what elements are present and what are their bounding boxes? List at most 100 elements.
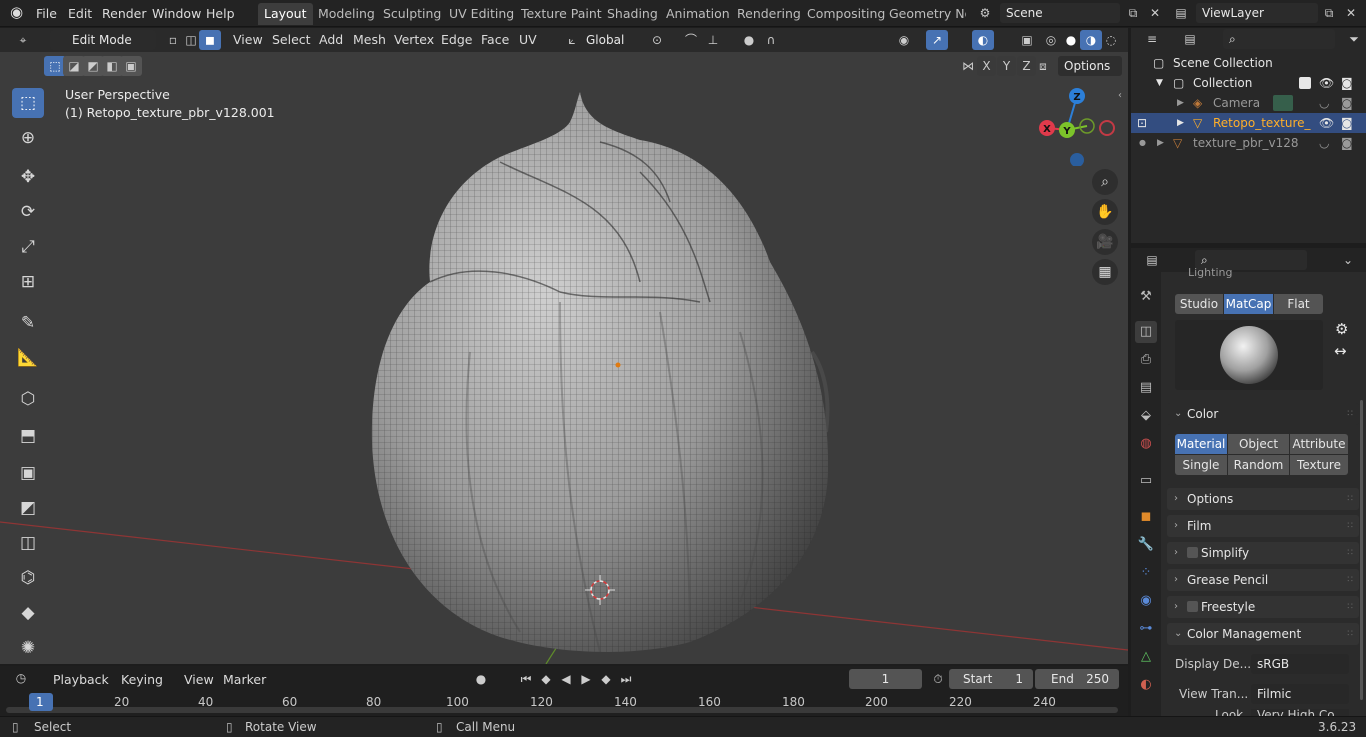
transform-tool-icon[interactable]: ⊞ bbox=[12, 267, 44, 297]
render-tab-icon[interactable]: ◫ bbox=[1135, 321, 1157, 343]
3d-viewport[interactable]: User Perspective (1) Retopo_texture_pbr_… bbox=[0, 52, 1128, 664]
collection-tab-icon[interactable]: ▭ bbox=[1135, 470, 1157, 492]
color-material-button[interactable]: Material bbox=[1175, 434, 1227, 454]
menu-edge[interactable]: Edge bbox=[441, 32, 472, 47]
tool-tab-icon[interactable]: ⚒ bbox=[1135, 286, 1157, 308]
transform-orientation-select[interactable]: Global bbox=[580, 30, 638, 50]
grease-pencil-panel-header[interactable]: › Grease Pencil ∷ bbox=[1167, 569, 1359, 591]
menu-uv[interactable]: UV bbox=[519, 32, 537, 47]
menu-window[interactable]: Window bbox=[152, 6, 201, 21]
move-tool-icon[interactable]: ✥ bbox=[12, 162, 44, 192]
snap-icon[interactable]: ⌒ bbox=[680, 30, 702, 50]
sidebar-toggle-icon[interactable]: ‹ bbox=[1118, 90, 1122, 101]
start-frame-field[interactable]: Start 1 bbox=[949, 669, 1033, 689]
drag-handle-icon[interactable]: ∷ bbox=[1347, 403, 1353, 425]
editor-type-icon[interactable]: ⌖ bbox=[12, 30, 34, 50]
new-scene-icon[interactable]: ⧉ bbox=[1122, 3, 1144, 23]
scene-selector-icon[interactable]: ⚙ bbox=[974, 3, 996, 23]
spin-tool-icon[interactable]: ✺ bbox=[12, 633, 44, 663]
tab-compositing[interactable]: Compositing bbox=[801, 3, 891, 25]
mirror-icon[interactable]: ⋈ bbox=[957, 56, 979, 76]
wireframe-shading-icon[interactable]: ◎ bbox=[1040, 30, 1062, 50]
outliner-row-scene-collection[interactable]: ▢ Scene Collection bbox=[1131, 53, 1366, 73]
edit-mode-icon[interactable]: ⊡ bbox=[1137, 113, 1147, 133]
display-mode-icon[interactable]: ▤ bbox=[1179, 29, 1201, 49]
camera-render-icon[interactable]: ◙ bbox=[1341, 73, 1353, 93]
delete-view-layer-icon[interactable]: ✕ bbox=[1340, 3, 1362, 23]
film-panel-header[interactable]: › Film ∷ bbox=[1167, 515, 1359, 537]
drag-handle-icon[interactable]: ∷ bbox=[1347, 623, 1353, 645]
extrude-tool-icon[interactable]: ⬒ bbox=[12, 421, 44, 451]
output-tab-icon[interactable]: ⎙ bbox=[1135, 349, 1157, 371]
tab-rendering[interactable]: Rendering bbox=[731, 3, 807, 25]
snap-target-icon[interactable]: ⊥ bbox=[702, 30, 724, 50]
mirror-y-toggle[interactable]: Y bbox=[997, 56, 1016, 76]
menu-marker[interactable]: Marker bbox=[223, 672, 266, 687]
pivot-point-icon[interactable]: ⊙ bbox=[646, 30, 668, 50]
expand-icon[interactable]: ▶ bbox=[1177, 93, 1184, 113]
next-keyframe-icon[interactable]: ◆ bbox=[595, 669, 617, 689]
play-icon[interactable]: ▶ bbox=[575, 669, 597, 689]
options-dropdown[interactable]: Options bbox=[1058, 56, 1122, 76]
zoom-icon[interactable]: ⌕ bbox=[1092, 169, 1118, 195]
poly-build-tool-icon[interactable]: ◆ bbox=[12, 598, 44, 628]
perspective-grid-icon[interactable]: ▦ bbox=[1092, 259, 1118, 285]
camera-render-icon[interactable]: ◙ bbox=[1341, 93, 1353, 113]
modifier-tab-icon[interactable]: 🔧 bbox=[1135, 534, 1157, 556]
face-select-icon[interactable]: ◼ bbox=[199, 30, 221, 50]
color-attribute-button[interactable]: Attribute bbox=[1290, 434, 1348, 454]
loop-cut-tool-icon[interactable]: ◫ bbox=[12, 528, 44, 558]
select-box-tool-icon[interactable]: ⬚ bbox=[12, 88, 44, 118]
eye-icon[interactable]: 👁 bbox=[1319, 73, 1334, 93]
drag-handle-icon[interactable]: ∷ bbox=[1347, 515, 1353, 537]
lighting-studio-button[interactable]: Studio bbox=[1175, 294, 1223, 314]
jump-start-icon[interactable]: ⏮ bbox=[515, 669, 537, 689]
color-random-button[interactable]: Random bbox=[1228, 455, 1289, 475]
tab-sculpting[interactable]: Sculpting bbox=[377, 3, 447, 25]
drag-handle-icon[interactable]: ∷ bbox=[1347, 488, 1353, 510]
rotate-tool-icon[interactable]: ⟳ bbox=[12, 197, 44, 227]
camera-view-icon[interactable]: 🎥 bbox=[1092, 229, 1118, 255]
material-tab-icon[interactable]: ◐ bbox=[1135, 674, 1157, 696]
flip-icon[interactable]: ↔ bbox=[1334, 342, 1347, 360]
properties-scrollbar[interactable] bbox=[1360, 400, 1363, 700]
menu-face[interactable]: Face bbox=[481, 32, 509, 47]
color-texture-button[interactable]: Texture bbox=[1290, 455, 1348, 475]
view-layer-field[interactable]: ViewLayer bbox=[1196, 3, 1318, 23]
color-single-button[interactable]: Single bbox=[1175, 455, 1227, 475]
menu-file[interactable]: File bbox=[36, 6, 57, 21]
gizmo-toggle-icon[interactable]: ↗ bbox=[926, 30, 948, 50]
rendered-shading-icon[interactable]: ◌ bbox=[1100, 30, 1122, 50]
properties-options-icon[interactable]: ⌄ bbox=[1337, 250, 1359, 270]
current-frame-field[interactable]: 1 bbox=[849, 669, 922, 689]
view-layer-tab-icon[interactable]: ▤ bbox=[1135, 377, 1157, 399]
inset-tool-icon[interactable]: ▣ bbox=[12, 458, 44, 488]
menu-select[interactable]: Select bbox=[272, 32, 311, 47]
menu-edit[interactable]: Edit bbox=[68, 6, 92, 21]
eye-closed-icon[interactable]: ◡ bbox=[1319, 133, 1329, 153]
menu-view[interactable]: View bbox=[233, 32, 263, 47]
freestyle-checkbox[interactable] bbox=[1187, 601, 1198, 612]
expand-icon[interactable]: ▶ bbox=[1157, 133, 1164, 153]
eye-closed-icon[interactable]: ◡ bbox=[1319, 93, 1329, 113]
outliner-search[interactable]: ⌕ bbox=[1223, 29, 1335, 49]
freestyle-panel-header[interactable]: › Freestyle ∷ bbox=[1167, 596, 1359, 618]
play-reverse-icon[interactable]: ◀ bbox=[555, 669, 577, 689]
gear-icon[interactable]: ⚙ bbox=[1335, 320, 1348, 338]
end-frame-field[interactable]: End 250 bbox=[1035, 669, 1119, 689]
jump-end-icon[interactable]: ⏭ bbox=[615, 669, 637, 689]
color-object-button[interactable]: Object bbox=[1228, 434, 1289, 454]
menu-keying[interactable]: Keying bbox=[121, 672, 163, 687]
color-panel-header[interactable]: ⌄ Color ∷ bbox=[1167, 403, 1359, 425]
drag-handle-icon[interactable]: ∷ bbox=[1347, 542, 1353, 564]
lighting-flat-button[interactable]: Flat bbox=[1274, 294, 1323, 314]
properties-editor-icon[interactable]: ▤ bbox=[1141, 250, 1163, 270]
menu-vertex[interactable]: Vertex bbox=[394, 32, 434, 47]
auto-merge-icon[interactable]: ⧈ bbox=[1032, 56, 1054, 76]
eye-icon[interactable]: 👁 bbox=[1319, 113, 1334, 133]
knife-tool-icon[interactable]: ⌬ bbox=[12, 563, 44, 593]
add-cube-tool-icon[interactable]: ⬡ bbox=[12, 384, 44, 414]
tab-animation[interactable]: Animation bbox=[660, 3, 736, 25]
cursor-tool-icon[interactable]: ⊕ bbox=[12, 123, 44, 153]
menu-timeline-view[interactable]: View bbox=[184, 672, 214, 687]
